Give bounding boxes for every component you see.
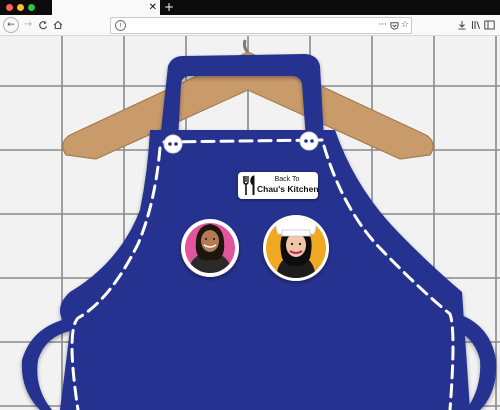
- site-info-icon[interactable]: i: [115, 20, 126, 31]
- apron: [21, 54, 497, 410]
- badge-line-2: Chau's Kitchen: [257, 184, 319, 194]
- close-tab-icon[interactable]: ✕: [149, 0, 157, 15]
- page-actions-icon[interactable]: ···: [378, 18, 387, 33]
- badge-line-1: Back To: [274, 176, 300, 183]
- forward-button[interactable]: →: [22, 17, 34, 33]
- fork-knife-icon: [243, 175, 255, 195]
- pocket-shape: [390, 22, 399, 30]
- home-icon: [53, 20, 63, 30]
- strap-button-left: [163, 134, 183, 154]
- back-to-kitchen-badge[interactable]: Back To Chau's Kitchen: [238, 172, 319, 199]
- downloads-icon[interactable]: [457, 17, 467, 33]
- home-button[interactable]: [52, 17, 64, 33]
- window-close-button[interactable]: [6, 4, 13, 11]
- browser-tab[interactable]: ✕: [52, 0, 160, 15]
- sidebar-shape: [484, 20, 495, 30]
- avatar-button-photo[interactable]: [181, 219, 239, 277]
- sidebar-toggle-icon[interactable]: [484, 17, 495, 33]
- url-bar[interactable]: i ··· ☆: [110, 17, 412, 34]
- library-shape: [471, 21, 481, 29]
- page-content: Back To Chau's Kitchen: [0, 36, 500, 410]
- browser-tab-bar: ✕ +: [0, 0, 500, 15]
- reload-icon: [39, 21, 48, 30]
- new-tab-button[interactable]: +: [164, 0, 174, 15]
- reload-button[interactable]: [37, 17, 49, 33]
- apron-scene: [0, 36, 500, 410]
- window-zoom-button[interactable]: [28, 4, 35, 11]
- pocket-icon[interactable]: [390, 18, 399, 36]
- strap-button-right: [299, 131, 319, 151]
- navigation-toolbar: ← → i ··· ☆: [0, 15, 500, 36]
- back-button[interactable]: ←: [3, 17, 19, 33]
- library-icon[interactable]: [471, 17, 481, 33]
- window-minimize-button[interactable]: [17, 4, 24, 11]
- bookmark-star-icon[interactable]: ☆: [401, 18, 409, 33]
- download-arrow: [458, 21, 466, 30]
